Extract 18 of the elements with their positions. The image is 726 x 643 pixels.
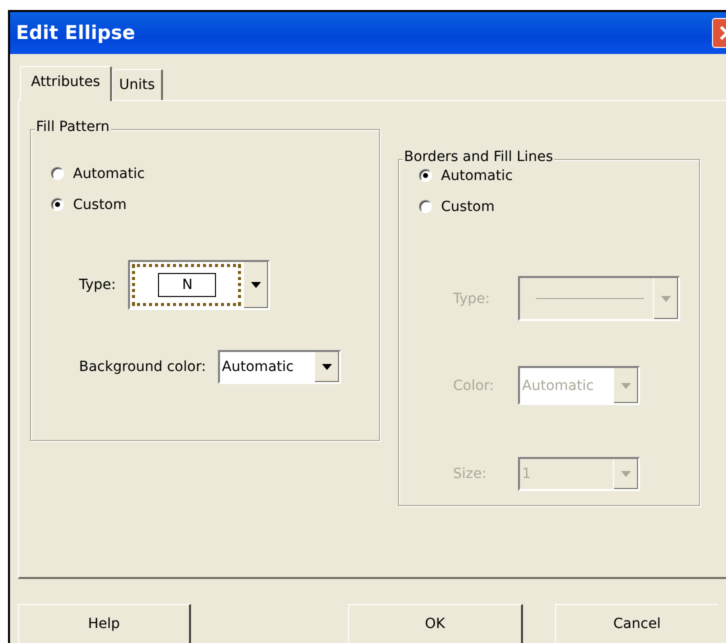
tab[interactable]: Attributes [20, 66, 112, 101]
dialog-button[interactable]: OK [348, 604, 523, 643]
field-label: Type: [79, 277, 116, 293]
pattern-swatch: N [158, 273, 216, 297]
radio-label: Automatic [441, 168, 513, 184]
field-label: Size: [453, 466, 488, 482]
radio-label: Custom [441, 198, 495, 214]
dropdown[interactable]: N [128, 260, 270, 310]
dialog-button[interactable]: Cancel [555, 604, 718, 643]
field-label: Background color: [79, 359, 206, 375]
field-label: Color: [453, 378, 496, 394]
tab[interactable]: Units [112, 69, 163, 100]
field-label: Type: [453, 290, 491, 306]
radio-label: Automatic [73, 166, 145, 182]
dialog-button[interactable]: Help [18, 604, 191, 643]
radio-label: Custom [73, 196, 127, 212]
window-title: Edit Ellipse [15, 22, 136, 44]
dropdown[interactable]: Automatic [218, 350, 341, 384]
